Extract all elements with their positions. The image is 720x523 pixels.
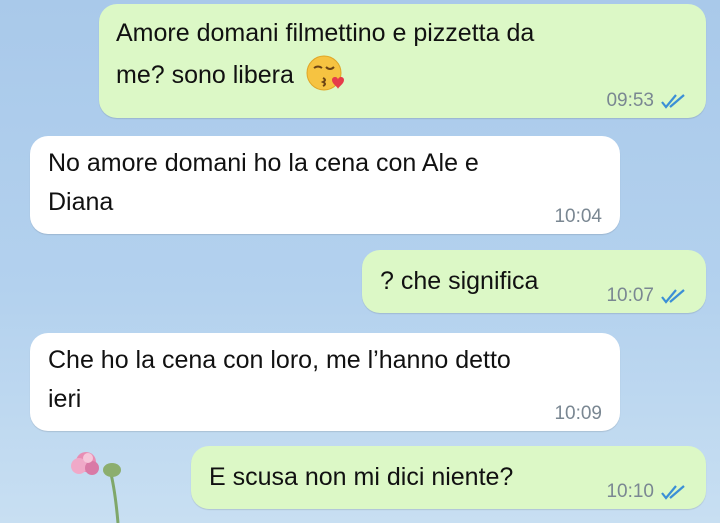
message-text-line: Amore domani filmettino e pizzetta da: [116, 19, 535, 47]
message-meta: 09:53: [606, 91, 690, 110]
message-time: 10:07: [606, 285, 654, 306]
read-ticks-icon: [661, 484, 685, 500]
message-bubble-outgoing[interactable]: ? che significa 10:07: [362, 250, 706, 313]
read-ticks-icon: [661, 93, 685, 109]
message-meta: 10:07: [606, 286, 690, 305]
message-text-line: ieri: [48, 384, 82, 413]
flower-icon: [71, 452, 121, 523]
message-bubble-incoming[interactable]: No amore domani ho la cena con Ale e Dia…: [30, 136, 620, 234]
message-meta: 10:10: [606, 482, 690, 501]
message-text-line: Diana: [48, 187, 114, 216]
message-bubble-outgoing[interactable]: Amore domani filmettino e pizzetta da me…: [99, 4, 706, 118]
kissing-face-emoji-icon: [306, 55, 344, 91]
message-time: 10:10: [606, 481, 654, 502]
message-time: 09:53: [606, 90, 654, 111]
message-time: 10:09: [554, 403, 602, 424]
message-text-line: No amore domani ho la cena con Ale e: [48, 149, 479, 177]
message-time: 10:04: [554, 206, 602, 227]
read-ticks-icon: [661, 288, 685, 304]
message-text-line: Che ho la cena con loro, me l’hanno dett…: [48, 346, 511, 374]
message-bubble-outgoing[interactable]: E scusa non mi dici niente? 10:10: [191, 446, 706, 509]
message-meta: 10:04: [554, 207, 602, 226]
message-meta: 10:09: [554, 404, 602, 423]
message-text-line: me? sono libera: [116, 53, 690, 95]
message-bubble-incoming[interactable]: Che ho la cena con loro, me l’hanno dett…: [30, 333, 620, 431]
